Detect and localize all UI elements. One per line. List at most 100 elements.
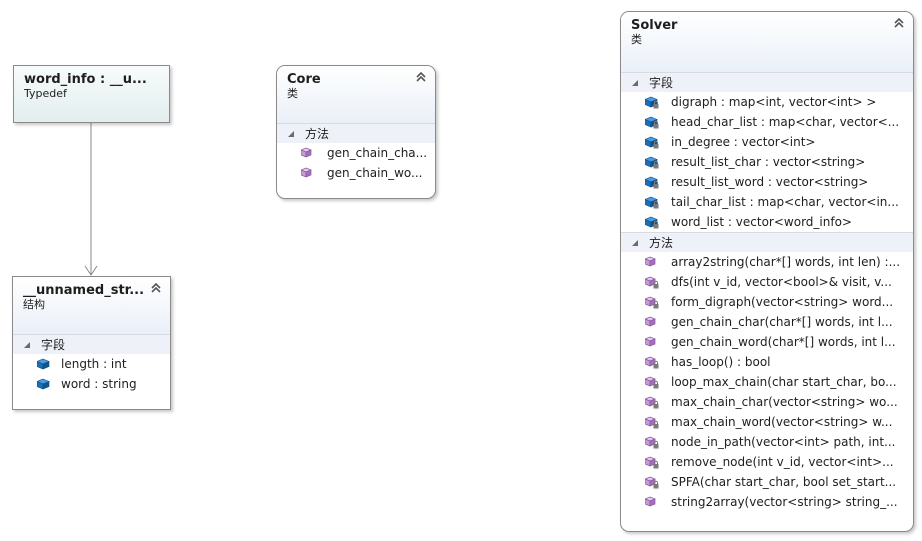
method-row[interactable]: gen_chain_word(char*[] words, int l... xyxy=(621,332,913,352)
field-icon xyxy=(37,378,51,391)
expand-triangle-icon[interactable] xyxy=(632,80,638,86)
method-row[interactable]: max_chain_char(vector<string> wo... xyxy=(621,392,913,412)
field-row[interactable]: word_list : vector<word_info> xyxy=(621,212,913,232)
unnamed-struct-shape[interactable]: __unnamed_str... 结构 字段 length : int word … xyxy=(12,276,171,410)
unnamed-fields-list: length : int word : string xyxy=(13,354,170,394)
method-label: dfs(int v_id, vector<bool>& visit, v... xyxy=(671,275,892,289)
unnamed-fields-section[interactable]: 字段 xyxy=(13,334,170,354)
method-label: max_chain_word(vector<string> w... xyxy=(671,415,893,429)
method-row[interactable]: gen_chain_cha... xyxy=(277,143,435,163)
field-label: length : int xyxy=(61,357,127,371)
method-icon xyxy=(645,436,659,449)
method-label: loop_max_chain(char start_char, bo... xyxy=(671,375,897,389)
field-label: digraph : map<int, vector<int> > xyxy=(671,95,877,109)
method-icon xyxy=(645,456,659,469)
core-stereotype: 类 xyxy=(287,87,298,100)
solver-title: Solver xyxy=(631,18,678,33)
method-label: max_chain_char(vector<string> wo... xyxy=(671,395,898,409)
method-row[interactable]: form_digraph(vector<string> word... xyxy=(621,292,913,312)
unnamed-stereotype: 结构 xyxy=(23,298,45,311)
core-methods-label: 方法 xyxy=(305,127,330,141)
field-label: tail_char_list : map<char, vector<in... xyxy=(671,195,899,209)
method-icon xyxy=(645,356,659,369)
unnamed-fields-label: 字段 xyxy=(41,338,66,352)
unnamed-collapse-icon[interactable] xyxy=(150,282,162,294)
solver-stereotype: 类 xyxy=(631,33,642,46)
method-row[interactable]: node_in_path(vector<int> path, int... xyxy=(621,432,913,452)
field-label: result_list_word : vector<string> xyxy=(671,175,869,189)
method-icon xyxy=(645,496,659,509)
method-icon xyxy=(645,476,659,489)
expand-triangle-icon[interactable] xyxy=(288,131,294,137)
core-header[interactable]: Core 类 xyxy=(277,66,435,123)
solver-methods-list: array2string(char*[] words, int len) :..… xyxy=(621,252,913,512)
method-row[interactable]: max_chain_word(vector<string> w... xyxy=(621,412,913,432)
field-icon xyxy=(645,136,659,149)
method-label: gen_chain_word(char*[] words, int l... xyxy=(671,335,896,349)
solver-methods-section[interactable]: 方法 xyxy=(621,232,913,252)
word-info-shape[interactable]: word_info : __u... Typedef xyxy=(13,65,170,123)
method-label: SPFA(char start_char, bool set_start... xyxy=(671,475,897,489)
field-label: word_list : vector<word_info> xyxy=(671,215,852,229)
core-class-shape[interactable]: Core 类 方法 gen_chain_cha... gen_chain_wo..… xyxy=(276,65,436,199)
core-methods-list: gen_chain_cha... gen_chain_wo... xyxy=(277,143,435,183)
core-collapse-icon[interactable] xyxy=(415,71,427,83)
method-row[interactable]: dfs(int v_id, vector<bool>& visit, v... xyxy=(621,272,913,292)
method-label: gen_chain_char(char*[] words, int l... xyxy=(671,315,893,329)
method-label: gen_chain_wo... xyxy=(327,166,423,180)
method-icon xyxy=(645,336,659,349)
word-info-title: word_info : __u... xyxy=(24,72,147,87)
field-row[interactable]: digraph : map<int, vector<int> > xyxy=(621,92,913,112)
solver-methods-label: 方法 xyxy=(649,236,674,250)
field-label: result_list_char : vector<string> xyxy=(671,155,866,169)
solver-fields-label: 字段 xyxy=(649,76,674,90)
field-icon xyxy=(645,156,659,169)
method-icon xyxy=(645,316,659,329)
method-row[interactable]: has_loop() : bool xyxy=(621,352,913,372)
method-icon xyxy=(645,416,659,429)
field-icon xyxy=(645,196,659,209)
method-icon xyxy=(645,376,659,389)
method-row[interactable]: loop_max_chain(char start_char, bo... xyxy=(621,372,913,392)
unnamed-title: __unnamed_str... xyxy=(23,283,145,298)
field-row[interactable]: result_list_word : vector<string> xyxy=(621,172,913,192)
method-row[interactable]: gen_chain_char(char*[] words, int l... xyxy=(621,312,913,332)
solver-class-shape[interactable]: Solver 类 字段 digraph : map<int, vector<in… xyxy=(620,11,914,532)
solver-fields-section[interactable]: 字段 xyxy=(621,72,913,92)
solver-fields-list: digraph : map<int, vector<int> > head_cha… xyxy=(621,92,913,232)
method-label: has_loop() : bool xyxy=(671,355,771,369)
core-methods-section[interactable]: 方法 xyxy=(277,123,435,143)
field-label: in_degree : vector<int> xyxy=(671,135,816,149)
field-icon xyxy=(645,176,659,189)
word-info-header[interactable]: word_info : __u... Typedef xyxy=(14,66,169,122)
field-icon xyxy=(645,116,659,129)
field-icon xyxy=(645,216,659,229)
method-icon xyxy=(301,167,315,180)
solver-header[interactable]: Solver 类 xyxy=(621,12,913,72)
method-row[interactable]: array2string(char*[] words, int len) :..… xyxy=(621,252,913,272)
method-label: node_in_path(vector<int> path, int... xyxy=(671,435,896,449)
expand-triangle-icon[interactable] xyxy=(632,240,638,246)
field-row[interactable]: result_list_char : vector<string> xyxy=(621,152,913,172)
field-row[interactable]: head_char_list : map<char, vector<... xyxy=(621,112,913,132)
field-label: head_char_list : map<char, vector<... xyxy=(671,115,900,129)
core-title: Core xyxy=(287,72,321,87)
field-label: word : string xyxy=(61,377,137,391)
expand-triangle-icon[interactable] xyxy=(24,342,30,348)
method-icon xyxy=(645,276,659,289)
method-label: form_digraph(vector<string> word... xyxy=(671,295,894,309)
method-label: string2array(vector<string> string_... xyxy=(671,495,898,509)
method-label: remove_node(int v_id, vector<int>... xyxy=(671,455,894,469)
method-row[interactable]: remove_node(int v_id, vector<int>... xyxy=(621,452,913,472)
field-row[interactable]: tail_char_list : map<char, vector<in... xyxy=(621,192,913,212)
method-icon xyxy=(301,147,315,160)
method-row[interactable]: string2array(vector<string> string_... xyxy=(621,492,913,512)
field-icon xyxy=(37,358,51,371)
method-row[interactable]: gen_chain_wo... xyxy=(277,163,435,183)
method-row[interactable]: SPFA(char start_char, bool set_start... xyxy=(621,472,913,492)
field-row[interactable]: word : string xyxy=(13,374,170,394)
field-row[interactable]: length : int xyxy=(13,354,170,374)
field-row[interactable]: in_degree : vector<int> xyxy=(621,132,913,152)
unnamed-header[interactable]: __unnamed_str... 结构 xyxy=(13,277,170,334)
solver-collapse-icon[interactable] xyxy=(893,17,905,29)
